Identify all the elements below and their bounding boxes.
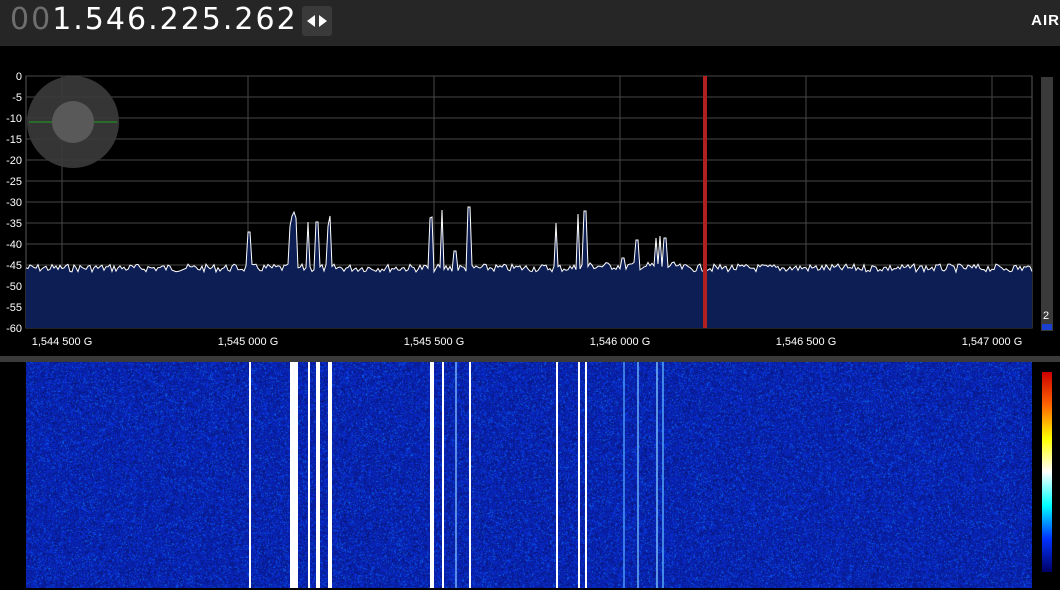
waterfall-signal-line xyxy=(578,362,580,588)
waterfall-signal-line xyxy=(308,362,310,588)
waterfall-signal-line xyxy=(330,362,332,588)
waterfall-signal-line xyxy=(318,362,320,588)
waterfall-signal-line xyxy=(585,362,587,588)
y-tick-label: -35 xyxy=(6,218,22,230)
y-tick-label: -40 xyxy=(6,239,22,251)
y-axis-labels: 0 -5 -10 -15 -20 -25 -30 -35 -40 -45 -50 -55 -60 xyxy=(6,71,22,335)
waterfall-signal-line xyxy=(637,362,639,588)
y-tick-label: -55 xyxy=(6,302,22,314)
level-value: 2 xyxy=(1043,310,1049,322)
y-tick-label: 0 xyxy=(16,71,22,83)
frequency-leading-digits: 00 xyxy=(10,2,53,37)
x-tick-label: 1,546 000 G xyxy=(590,336,651,348)
y-tick-label: -10 xyxy=(6,113,22,125)
x-tick-label: 1,546 500 G xyxy=(776,336,837,348)
waterfall-signal-line xyxy=(249,362,251,588)
waterfall-signal-line xyxy=(662,362,664,588)
level-slider[interactable] xyxy=(1041,77,1053,331)
top-bar: 001.546.225.262 AIR xyxy=(0,0,1060,46)
y-tick-label: -25 xyxy=(6,176,22,188)
x-tick-label: 1,545 000 G xyxy=(218,336,279,348)
x-axis-labels: 1,544 500 G 1,545 000 G 1,545 500 G 1,546 0… xyxy=(32,336,1023,348)
x-tick-label: 1,547 000 G xyxy=(962,336,1023,348)
waterfall-signal-line xyxy=(432,362,434,588)
waterfall-signal-line xyxy=(296,362,298,588)
waterfall-signal-line xyxy=(469,362,471,588)
y-tick-label: -15 xyxy=(6,134,22,146)
waterfall-colorbar xyxy=(1042,372,1052,572)
waterfall-signal-line xyxy=(442,362,444,588)
waterfall-panel[interactable] xyxy=(0,362,1060,590)
y-tick-label: -5 xyxy=(12,92,22,104)
y-tick-label: -30 xyxy=(6,197,22,209)
waterfall-signal-line xyxy=(455,362,457,588)
spectrum-panel[interactable]: 0 -5 -10 -15 -20 -25 -30 -35 -40 -45 -50 -55 -60 1,5… xyxy=(0,46,1060,356)
x-tick-label: 1,545 500 G xyxy=(404,336,465,348)
waterfall-signal-line xyxy=(656,362,658,588)
spectrum-trace xyxy=(25,206,1033,274)
y-tick-label: -45 xyxy=(6,260,22,272)
zoom-joystick-icon[interactable] xyxy=(27,76,119,168)
y-tick-label: -20 xyxy=(6,155,22,167)
spectrum-plot[interactable]: 0 -5 -10 -15 -20 -25 -30 -35 -40 -45 -50 -55 -60 1,5… xyxy=(0,46,1060,356)
waterfall-signal-line xyxy=(623,362,625,588)
frequency-digits: 1.546.225.262 xyxy=(52,2,298,37)
waterfall-display[interactable] xyxy=(26,362,1032,588)
y-tick-label: -50 xyxy=(6,281,22,293)
y-tick-label: -60 xyxy=(6,323,22,335)
x-tick-label: 1,544 500 G xyxy=(32,336,93,348)
waterfall-signal-line xyxy=(556,362,558,588)
frequency-marker[interactable] xyxy=(703,76,707,328)
brand-logo: AIR xyxy=(1031,12,1060,29)
left-right-arrows-icon xyxy=(307,15,327,27)
tune-button[interactable] xyxy=(302,6,332,36)
spectrum-fill xyxy=(26,207,1032,328)
frequency-display[interactable]: 001.546.225.262 xyxy=(10,2,298,37)
